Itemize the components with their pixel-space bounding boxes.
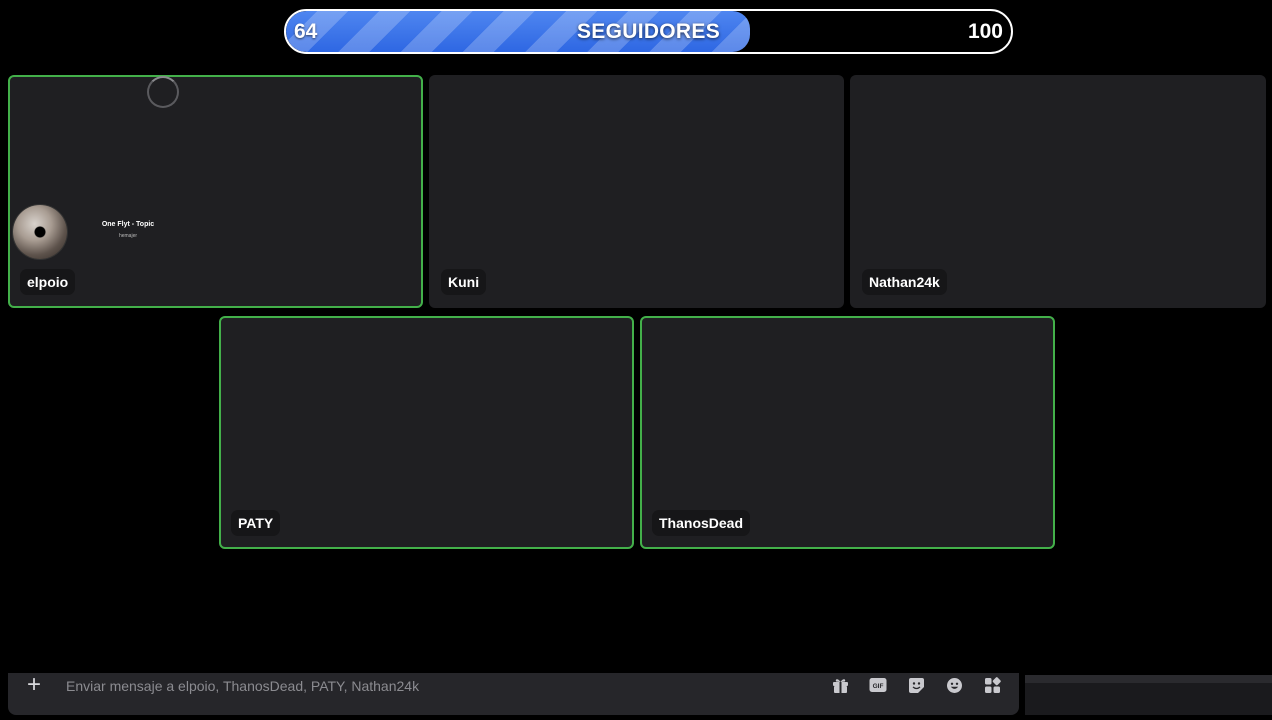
- music-disc-icon: [13, 205, 67, 259]
- participant-name: Nathan24k: [862, 269, 947, 295]
- emoji-icon[interactable]: [945, 676, 963, 694]
- composer-icons: GIF: [831, 676, 1001, 694]
- gif-icon[interactable]: GIF: [869, 676, 887, 694]
- participant-name: PATY: [231, 510, 281, 536]
- activity-title: One Flyt - Topic: [101, 221, 155, 228]
- message-composer: + GIF: [8, 673, 1019, 715]
- follower-goal: 100: [967, 20, 1003, 43]
- participant-tile-paty[interactable]: PATY: [219, 316, 634, 549]
- participant-tile-nathan24k[interactable]: Nathan24k: [850, 75, 1266, 308]
- participant-tile-thanosdead[interactable]: ThanosDead: [640, 316, 1055, 549]
- call-stage: 64 SEGUIDORES 100 One Flyt - Topic hemaj…: [0, 0, 1272, 720]
- activity-subtitle: hemajer: [118, 233, 138, 239]
- svg-text:GIF: GIF: [873, 683, 884, 690]
- participant-tile-kuni[interactable]: Kuni: [429, 75, 844, 308]
- message-bar-side-divider: [1025, 675, 1272, 683]
- follower-label: SEGUIDORES: [576, 20, 721, 43]
- apps-icon[interactable]: [983, 676, 1001, 694]
- sticker-icon[interactable]: [907, 676, 925, 694]
- gift-icon[interactable]: [831, 676, 849, 694]
- participant-tile-elpoio[interactable]: One Flyt - Topic hemajer elpoio: [8, 75, 423, 308]
- follower-goal-bar: 64 SEGUIDORES 100: [284, 9, 1013, 54]
- loading-spinner-icon: [147, 76, 179, 108]
- participant-name: elpoio: [20, 269, 76, 295]
- message-input[interactable]: [66, 673, 806, 699]
- participant-name: Kuni: [441, 269, 487, 295]
- participant-name: ThanosDead: [652, 510, 751, 536]
- add-attachment-icon[interactable]: +: [24, 673, 44, 697]
